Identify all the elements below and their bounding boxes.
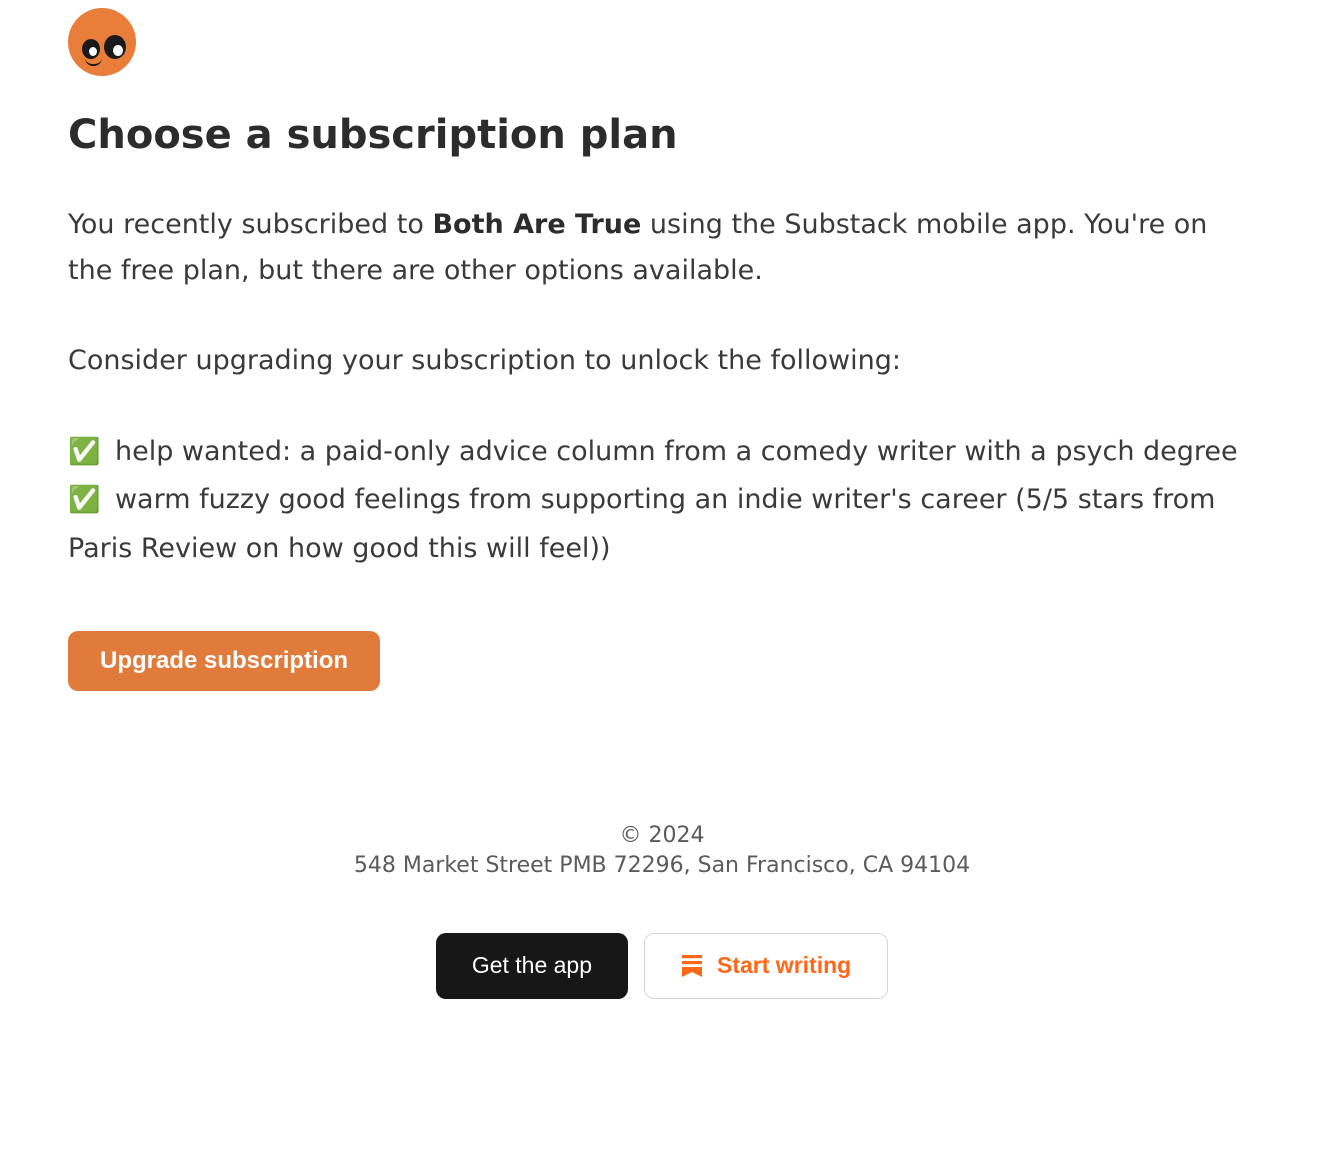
logo-mouth (85, 58, 102, 66)
page-title: Choose a subscription plan (68, 112, 1256, 158)
substack-icon (681, 954, 703, 978)
footer: © 2024 548 Market Street PMB 72296, San … (68, 821, 1256, 998)
check-icon: ✅ (68, 485, 100, 515)
start-writing-label: Start writing (717, 954, 851, 977)
intro-pre: You recently subscribed to (68, 209, 432, 240)
upgrade-subscription-button[interactable]: Upgrade subscription (68, 631, 380, 691)
footer-address: 548 Market Street PMB 72296, San Francis… (68, 851, 1256, 881)
publication-name: Both Are True (432, 209, 641, 240)
benefit-item: ✅ warm fuzzy good feelings from supporti… (68, 476, 1256, 573)
footer-copyright: © 2024 (68, 821, 1256, 851)
get-the-app-button[interactable]: Get the app (436, 933, 628, 999)
benefit-text: help wanted: a paid-only advice column f… (115, 436, 1238, 467)
logo-eye-right (104, 35, 126, 59)
check-icon: ✅ (68, 437, 100, 467)
benefit-text: warm fuzzy good feelings from supporting… (68, 484, 1215, 564)
intro-paragraph: You recently subscribed to Both Are True… (68, 202, 1256, 294)
benefits-list: ✅ help wanted: a paid-only advice column… (68, 428, 1256, 574)
logo-eye-left (82, 39, 100, 59)
publication-logo-icon (68, 8, 136, 76)
consider-paragraph: Consider upgrading your subscription to … (68, 338, 1256, 384)
start-writing-button[interactable]: Start writing (644, 933, 888, 999)
benefit-item: ✅ help wanted: a paid-only advice column… (68, 428, 1256, 477)
get-the-app-label: Get the app (472, 954, 592, 977)
